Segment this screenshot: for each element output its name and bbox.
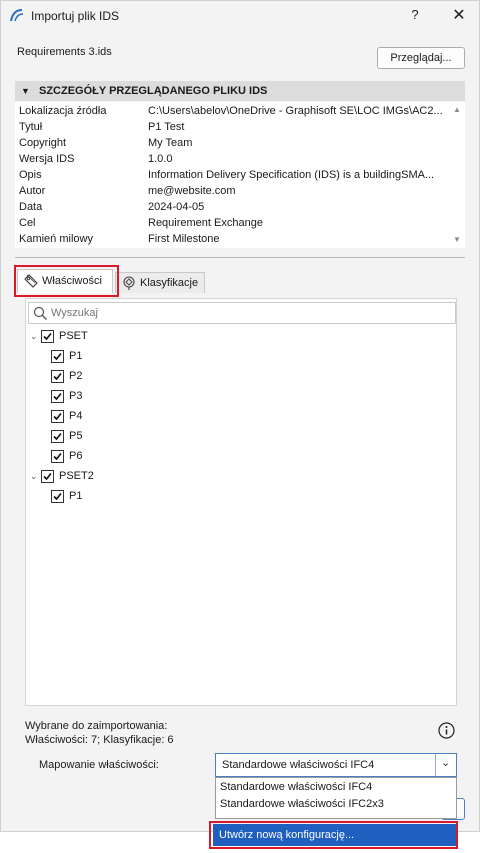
tree-item-row[interactable]: P4 — [50, 407, 200, 425]
chevron-down-icon[interactable]: ⌄ — [30, 327, 38, 345]
tree-item-row[interactable]: P5 — [50, 427, 200, 445]
details-section-header[interactable]: ▼ SZCZEGÓŁY PRZEGLĄDANEGO PLIKU IDS — [15, 81, 465, 101]
details-list: Lokalizacja źródła C:\Users\abelov\OneDr… — [15, 102, 465, 248]
tab-classifications-label: Klasyfikacje — [140, 277, 199, 289]
detail-value: 2024-04-05 — [148, 201, 205, 213]
detail-row: Tytuł P1 Test — [15, 119, 451, 135]
checkbox-checked[interactable] — [51, 390, 64, 403]
detail-key: Lokalizacja źródła — [19, 105, 107, 117]
checkbox-checked[interactable] — [41, 470, 54, 483]
tree-item-row[interactable]: P1 — [50, 347, 200, 365]
detail-row: Lokalizacja źródła C:\Users\abelov\OneDr… — [15, 103, 451, 119]
detail-row: Kamień milowy First Milestone — [15, 231, 451, 247]
tree-item-label: P1 — [69, 350, 83, 362]
detail-value: First Milestone — [148, 233, 220, 245]
properties-panel: ⌄ PSET P1 P2 P3 P4 P5 P6 — [25, 298, 457, 706]
highlight-frame-new-config — [209, 821, 458, 849]
detail-value: Requirement Exchange — [148, 217, 263, 229]
window-title: Importuj plik IDS — [31, 9, 120, 23]
detail-key: Autor — [19, 185, 46, 197]
checkbox-checked[interactable] — [41, 330, 54, 343]
app-logo-icon — [10, 9, 24, 22]
checkbox-checked[interactable] — [51, 450, 64, 463]
tree-item-label: P3 — [69, 390, 83, 402]
close-button[interactable]: ✕ — [449, 5, 469, 25]
search-icon — [33, 306, 47, 320]
browse-button[interactable]: Przeglądaj... — [377, 47, 465, 69]
checkbox-checked[interactable] — [51, 350, 64, 363]
selection-summary-counts: Właściwości: 7; Klasyfikacje: 6 — [25, 734, 174, 746]
collapse-triangle-icon: ▼ — [21, 86, 30, 96]
classification-icon — [123, 276, 135, 290]
mapping-select[interactable]: Standardowe właściwości IFC4 ⌄ — [215, 753, 457, 777]
tree-item-label: P2 — [69, 370, 83, 382]
detail-value: me@website.com — [148, 185, 236, 197]
detail-key: Tytuł — [19, 121, 43, 133]
tree-group-label: PSET2 — [59, 470, 94, 482]
detail-value: C:\Users\abelov\OneDrive - Graphisoft SE… — [148, 105, 443, 117]
detail-key: Wersja IDS — [19, 153, 75, 165]
scroll-down-icon[interactable]: ▼ — [453, 235, 461, 244]
detail-key: Opis — [19, 169, 42, 181]
tab-classifications[interactable]: Klasyfikacje — [115, 272, 205, 293]
file-name: Requirements 3.ids — [17, 46, 112, 58]
detail-key: Data — [19, 201, 43, 213]
tree-item-row[interactable]: P6 — [50, 447, 200, 465]
chevron-down-icon[interactable]: ⌄ — [30, 467, 38, 485]
detail-key: Copyright — [19, 137, 67, 149]
checkbox-checked[interactable] — [51, 410, 64, 423]
checkbox-checked[interactable] — [51, 370, 64, 383]
selection-summary: Wybrane do zaimportowania: Właściwości: … — [25, 719, 174, 747]
import-ids-dialog: Importuj plik IDS ? ✕ Requirements 3.ids… — [0, 0, 480, 832]
help-button[interactable]: ? — [405, 7, 425, 25]
mapping-options-list: Standardowe właściwości IFC4 Standardowe… — [215, 777, 457, 819]
detail-value: 1.0.0 — [148, 153, 173, 165]
tree-item-label: P6 — [69, 450, 83, 462]
detail-row: Cel Requirement Exchange — [15, 215, 451, 231]
detail-row: Wersja IDS 1.0.0 — [15, 151, 451, 167]
checkbox-checked[interactable] — [51, 430, 64, 443]
tree-item-label: P5 — [69, 430, 83, 442]
info-icon[interactable] — [438, 722, 455, 739]
details-header-label: SZCZEGÓŁY PRZEGLĄDANEGO PLIKU IDS — [39, 85, 268, 97]
tree-group-row[interactable]: ⌄ PSET — [30, 327, 230, 345]
mapping-option[interactable]: Standardowe właściwości IFC4 — [220, 781, 372, 793]
mapping-selected-value: Standardowe właściwości IFC4 — [222, 759, 375, 771]
tree-item-row[interactable]: P3 — [50, 387, 200, 405]
highlight-frame-tab — [14, 265, 119, 297]
title-bar: Importuj plik IDS ? ✕ — [1, 1, 479, 31]
chevron-down-icon: ⌄ — [441, 757, 451, 769]
detail-row: Opis Information Delivery Specification … — [15, 167, 451, 183]
tree-group-label: PSET — [59, 330, 88, 342]
detail-value: Information Delivery Specification (IDS)… — [148, 169, 435, 181]
tree-item-row[interactable]: P2 — [50, 367, 200, 385]
tree-item-label: P4 — [69, 410, 83, 422]
checkbox-checked[interactable] — [51, 490, 64, 503]
search-box[interactable] — [28, 302, 456, 324]
detail-row: Copyright My Team — [15, 135, 451, 151]
detail-value: P1 Test — [148, 121, 185, 133]
tree-group-row[interactable]: ⌄ PSET2 — [30, 467, 230, 485]
mapping-label: Mapowanie właściwości: — [39, 759, 159, 771]
mapping-option[interactable]: Standardowe właściwości IFC2x3 — [220, 798, 384, 810]
detail-row: Autor me@website.com — [15, 183, 451, 199]
dropdown-arrow-button[interactable]: ⌄ — [435, 754, 457, 776]
detail-value: My Team — [148, 137, 193, 149]
selection-summary-title: Wybrane do zaimportowania: — [25, 720, 168, 732]
detail-key: Kamień milowy — [19, 233, 93, 245]
detail-key: Cel — [19, 217, 36, 229]
tree-item-row[interactable]: P1 — [50, 487, 200, 505]
detail-row: Data 2024-04-05 — [15, 199, 451, 215]
scroll-up-icon[interactable]: ▲ — [453, 105, 461, 114]
divider — [15, 257, 465, 258]
tree-item-label: P1 — [69, 490, 83, 502]
search-input[interactable] — [51, 305, 451, 321]
